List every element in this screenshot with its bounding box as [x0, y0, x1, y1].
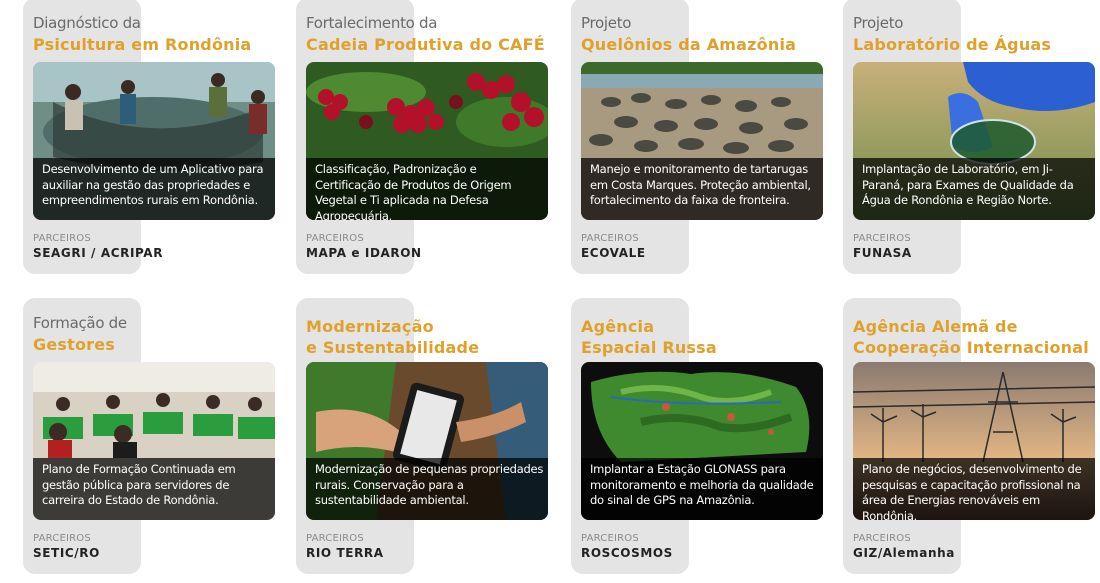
card-description: Implantação de Laboratório, em Ji-Paraná…: [853, 158, 1095, 220]
partners-label: PARCEIROS: [853, 233, 911, 244]
card-title-line-2: Cooperação Internacional: [853, 338, 1089, 357]
partners-label: PARCEIROS: [581, 233, 639, 244]
partners-value: FUNASA: [853, 246, 912, 260]
partners-label: PARCEIROS: [33, 233, 91, 244]
partners-label: PARCEIROS: [33, 533, 91, 544]
card-title[interactable]: Agência Alemã de Cooperação Internaciona…: [853, 316, 1089, 358]
partners-label: PARCEIROS: [581, 533, 639, 544]
partners-value: ECOVALE: [581, 246, 646, 260]
card-title[interactable]: Modernização e Sustentabilidade: [306, 316, 479, 358]
partners-value: MAPA e IDARON: [306, 246, 422, 260]
card-title[interactable]: Gestores: [33, 335, 115, 354]
water-lab-image[interactable]: Implantação de Laboratório, em Ji-Paraná…: [853, 62, 1095, 220]
project-card-agencia-russa[interactable]: Agência Espacial Russa Implantar a Estaç…: [571, 298, 843, 578]
card-pretitle: Formação de: [33, 314, 127, 332]
wind-energy-image[interactable]: Plano de negócios, desenvolvimento de pe…: [853, 362, 1095, 520]
card-title[interactable]: Laboratório de Águas: [853, 35, 1051, 54]
partners-value: SEAGRI / ACRIPAR: [33, 246, 164, 260]
card-description: Manejo e monitoramento de tartarugas em …: [581, 158, 823, 220]
project-card-psicultura[interactable]: Diagnóstico da Psicultura em Rondônia De…: [23, 0, 295, 278]
partners-label: PARCEIROS: [306, 233, 364, 244]
partners-value: ROSCOSMOS: [581, 546, 673, 560]
card-description: Classificação, Padronização e Certificaç…: [306, 158, 548, 220]
partners-label: PARCEIROS: [306, 533, 364, 544]
fish-farming-image[interactable]: Desenvolvimento de um Aplicativo para au…: [33, 62, 275, 220]
card-title-line-1: Modernização: [306, 317, 434, 336]
tablet-field-image[interactable]: Modernização de pequenas propriedades ru…: [306, 362, 548, 520]
project-card-agencia-alema[interactable]: Agência Alemã de Cooperação Internaciona…: [843, 298, 1100, 578]
card-title-line-1: Agência: [581, 317, 655, 336]
satellite-map-image[interactable]: Implantar a Estação GLONASS para monitor…: [581, 362, 823, 520]
card-title[interactable]: Psicultura em Rondônia: [33, 35, 251, 54]
card-description: Desenvolvimento de um Aplicativo para au…: [33, 158, 275, 220]
card-title-line-2: Espacial Russa: [581, 338, 717, 357]
card-title-line-1: Agência Alemã de: [853, 317, 1018, 336]
river-turtles-image[interactable]: Manejo e monitoramento de tartarugas em …: [581, 62, 823, 220]
partners-value: SETIC/RO: [33, 546, 100, 560]
card-description: Implantar a Estação GLONASS para monitor…: [581, 458, 823, 520]
coffee-berries-image[interactable]: Classificação, Padronização e Certificaç…: [306, 62, 548, 220]
card-description: Modernização de pequenas propriedades ru…: [306, 458, 548, 520]
card-pretitle: Projeto: [581, 14, 632, 32]
card-pretitle: Fortalecimento da: [306, 14, 438, 32]
card-description: Plano de Formação Continuada em gestão p…: [33, 458, 275, 520]
project-card-cafe[interactable]: Fortalecimento da Cadeia Produtiva do CA…: [296, 0, 568, 278]
project-card-quelonios[interactable]: Projeto Quelônios da Amazônia Manejo e m…: [571, 0, 843, 278]
partners-value: RIO TERRA: [306, 546, 384, 560]
project-card-laboratorio[interactable]: Projeto Laboratório de Águas Implantação…: [843, 0, 1100, 278]
card-title-line-2: e Sustentabilidade: [306, 338, 480, 357]
project-card-modernizacao[interactable]: Modernização e Sustentabilidade Moderniz…: [296, 298, 568, 578]
partners-value: GIZ/Alemanha: [853, 546, 955, 560]
card-title[interactable]: Cadeia Produtiva do CAFÉ: [306, 35, 545, 54]
partners-label: PARCEIROS: [853, 533, 911, 544]
classroom-image[interactable]: Plano de Formação Continuada em gestão p…: [33, 362, 275, 520]
project-card-gestores[interactable]: Formação de Gestores Plano de Formação C…: [23, 298, 295, 578]
card-description: Plano de negócios, desenvolvimento de pe…: [853, 458, 1095, 520]
card-title[interactable]: Agência Espacial Russa: [581, 316, 717, 358]
card-pretitle: Projeto: [853, 14, 904, 32]
card-title[interactable]: Quelônios da Amazônia: [581, 35, 796, 54]
card-pretitle: Diagnóstico da: [33, 14, 141, 32]
